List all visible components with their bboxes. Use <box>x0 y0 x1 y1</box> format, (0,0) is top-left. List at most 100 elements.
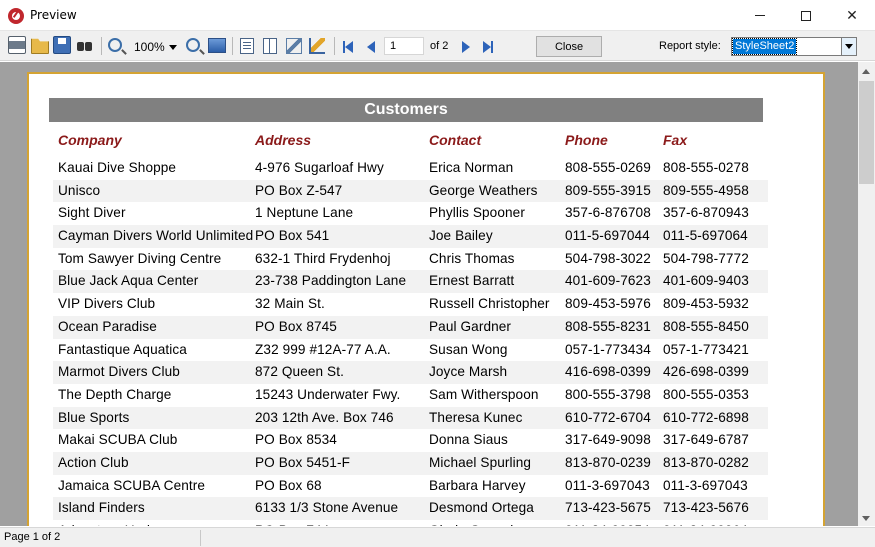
cell-contact: Joe Bailey <box>429 228 493 244</box>
table-row: Island Finders 6133 1/3 Stone Avenue Desmo… <box>53 497 768 520</box>
cell-phone: 504-798-3022 <box>565 250 651 266</box>
prev-page-icon[interactable] <box>367 41 375 53</box>
cell-company: Jamaica SCUBA Centre <box>58 477 206 493</box>
cell-contact: Joyce Marsh <box>429 364 508 380</box>
scroll-up-icon[interactable] <box>862 69 870 74</box>
cell-fax: 800-555-0353 <box>663 386 749 402</box>
scrollbar-thumb[interactable] <box>859 81 874 184</box>
edit-icon[interactable] <box>309 38 325 54</box>
minimize-button[interactable] <box>737 0 783 31</box>
single-page-icon[interactable] <box>240 38 254 54</box>
cell-company: Makai SCUBA Club <box>58 432 178 448</box>
cell-fax: 011-5-697064 <box>663 228 748 244</box>
cell-fax: 713-423-5676 <box>663 500 749 516</box>
cell-company: The Depth Charge <box>58 386 172 402</box>
cell-fax: 011-3-697043 <box>663 477 748 493</box>
maximize-button[interactable] <box>783 0 829 31</box>
cell-phone: 808-555-8231 <box>565 318 651 334</box>
fit-page-icon[interactable] <box>208 38 226 53</box>
table-row: Marmot Divers Club 872 Queen St. Joyce Mar… <box>53 361 768 384</box>
toolbar-separator <box>334 37 335 55</box>
cell-company: VIP Divers Club <box>58 296 156 312</box>
cell-fax: 401-609-9403 <box>663 273 749 289</box>
print-icon[interactable] <box>8 36 26 54</box>
table-row: Unisco PO Box Z-547 George Weathers 809-555… <box>53 179 768 203</box>
report-page: Customers Company Address Contact Phone … <box>27 72 825 526</box>
cell-fax: 610-772-6898 <box>663 409 749 425</box>
table-row: Action Club PO Box 5451-F Michael Spurling… <box>53 451 768 475</box>
table-row: Blue Sports 203 12th Ave. Box 746 Theresa … <box>53 406 768 430</box>
cell-address: 23-738 Paddington Lane <box>255 273 407 289</box>
table-row: Adventure Undersea PO Box 744 Gloria Gonza… <box>53 520 768 526</box>
two-page-icon[interactable] <box>263 38 277 54</box>
cell-company: Blue Sports <box>58 409 130 425</box>
window-title: Preview <box>30 8 77 22</box>
report-style-select[interactable]: StyleSheet2 <box>731 37 857 56</box>
wrench-icon[interactable] <box>286 38 302 54</box>
table-row: Sight Diver 1 Neptune Lane Phyllis Spooner… <box>53 202 768 225</box>
cell-company: Fantastique Aquatica <box>58 341 187 357</box>
cell-phone: 610-772-6704 <box>565 409 651 425</box>
column-header-contact: Contact <box>429 132 482 148</box>
cell-fax: 808-555-0278 <box>663 160 749 175</box>
cell-address: 32 Main St. <box>255 296 325 312</box>
cell-contact: Erica Norman <box>429 160 514 175</box>
cell-phone: 057-1-773434 <box>565 341 651 357</box>
cell-company: Ocean Paradise <box>58 318 157 334</box>
cell-phone: 317-649-9098 <box>565 432 651 448</box>
cell-fax: 317-649-6787 <box>663 432 749 448</box>
table-row: Cayman Divers World Unlimited PO Box 541 J… <box>53 225 768 248</box>
next-page-icon[interactable] <box>462 41 470 53</box>
last-page-icon[interactable] <box>483 41 493 53</box>
table-row: Ocean Paradise PO Box 8745 Paul Gardner 808… <box>53 315 768 339</box>
page-count-label: of 2 <box>430 40 449 52</box>
minimize-icon <box>755 15 765 16</box>
zoom-out-icon[interactable] <box>186 38 200 52</box>
toolbar-separator <box>232 37 233 55</box>
cell-contact: Susan Wong <box>429 341 508 357</box>
cell-address: PO Box 8745 <box>255 318 337 334</box>
cell-address: 6133 1/3 Stone Avenue <box>255 500 399 516</box>
title-bar: Preview ✕ <box>0 0 875 31</box>
cell-contact: Michael Spurling <box>429 454 532 470</box>
cell-company: Blue Jack Aqua Center <box>58 273 199 289</box>
zoom-in-icon[interactable] <box>108 38 122 52</box>
toolbar-separator <box>101 37 102 55</box>
cell-address: 203 12th Ave. Box 746 <box>255 409 394 425</box>
cell-company: Cayman Divers World Unlimited <box>58 228 254 244</box>
table-row: Fantastique Aquatica Z32 999 #12A-77 A.A.… <box>53 339 768 362</box>
status-page-text: Page 1 of 2 <box>4 531 61 543</box>
first-page-icon[interactable] <box>343 41 353 53</box>
cell-address: PO Box 8534 <box>255 432 337 448</box>
report-rows: Kauai Dive Shoppe 4-976 Sugarloaf Hwy Eric… <box>53 157 768 526</box>
cell-address: 15243 Underwater Fwy. <box>255 386 401 402</box>
close-button[interactable]: Close <box>536 36 602 57</box>
cell-contact: Gloria Gonzales <box>429 523 528 526</box>
cell-address: PO Box Z-547 <box>255 182 343 198</box>
table-row: VIP Divers Club 32 Main St. Russell Christ… <box>53 293 768 316</box>
scroll-down-icon[interactable] <box>862 516 870 521</box>
cell-contact: Phyllis Spooner <box>429 205 525 221</box>
cell-company: Tom Sawyer Diving Centre <box>58 250 222 266</box>
cell-phone: 011-34-09054 <box>565 523 650 526</box>
preview-area[interactable]: Customers Company Address Contact Phone … <box>0 62 858 526</box>
find-icon[interactable] <box>76 36 94 54</box>
cell-fax: 809-555-4958 <box>663 182 749 198</box>
chevron-down-icon[interactable] <box>841 38 856 55</box>
vertical-scrollbar[interactable] <box>858 62 875 526</box>
cell-phone: 011-5-697044 <box>565 228 650 244</box>
cell-fax: 357-6-870943 <box>663 205 749 221</box>
chevron-down-icon[interactable] <box>169 45 177 50</box>
report-style-label: Report style: <box>659 40 721 52</box>
save-icon[interactable] <box>53 36 71 54</box>
cell-address: 1 Neptune Lane <box>255 205 354 221</box>
close-window-button[interactable]: ✕ <box>829 0 875 31</box>
cell-contact: Sam Witherspoon <box>429 386 539 402</box>
cell-address: 872 Queen St. <box>255 364 344 380</box>
cell-company: Unisco <box>58 182 101 198</box>
cell-company: Adventure Undersea <box>58 523 185 526</box>
page-number-input[interactable]: 1 <box>384 37 424 55</box>
cell-fax: 813-870-0282 <box>663 454 749 470</box>
report-title: Customers <box>49 98 763 122</box>
open-icon[interactable] <box>31 38 49 54</box>
